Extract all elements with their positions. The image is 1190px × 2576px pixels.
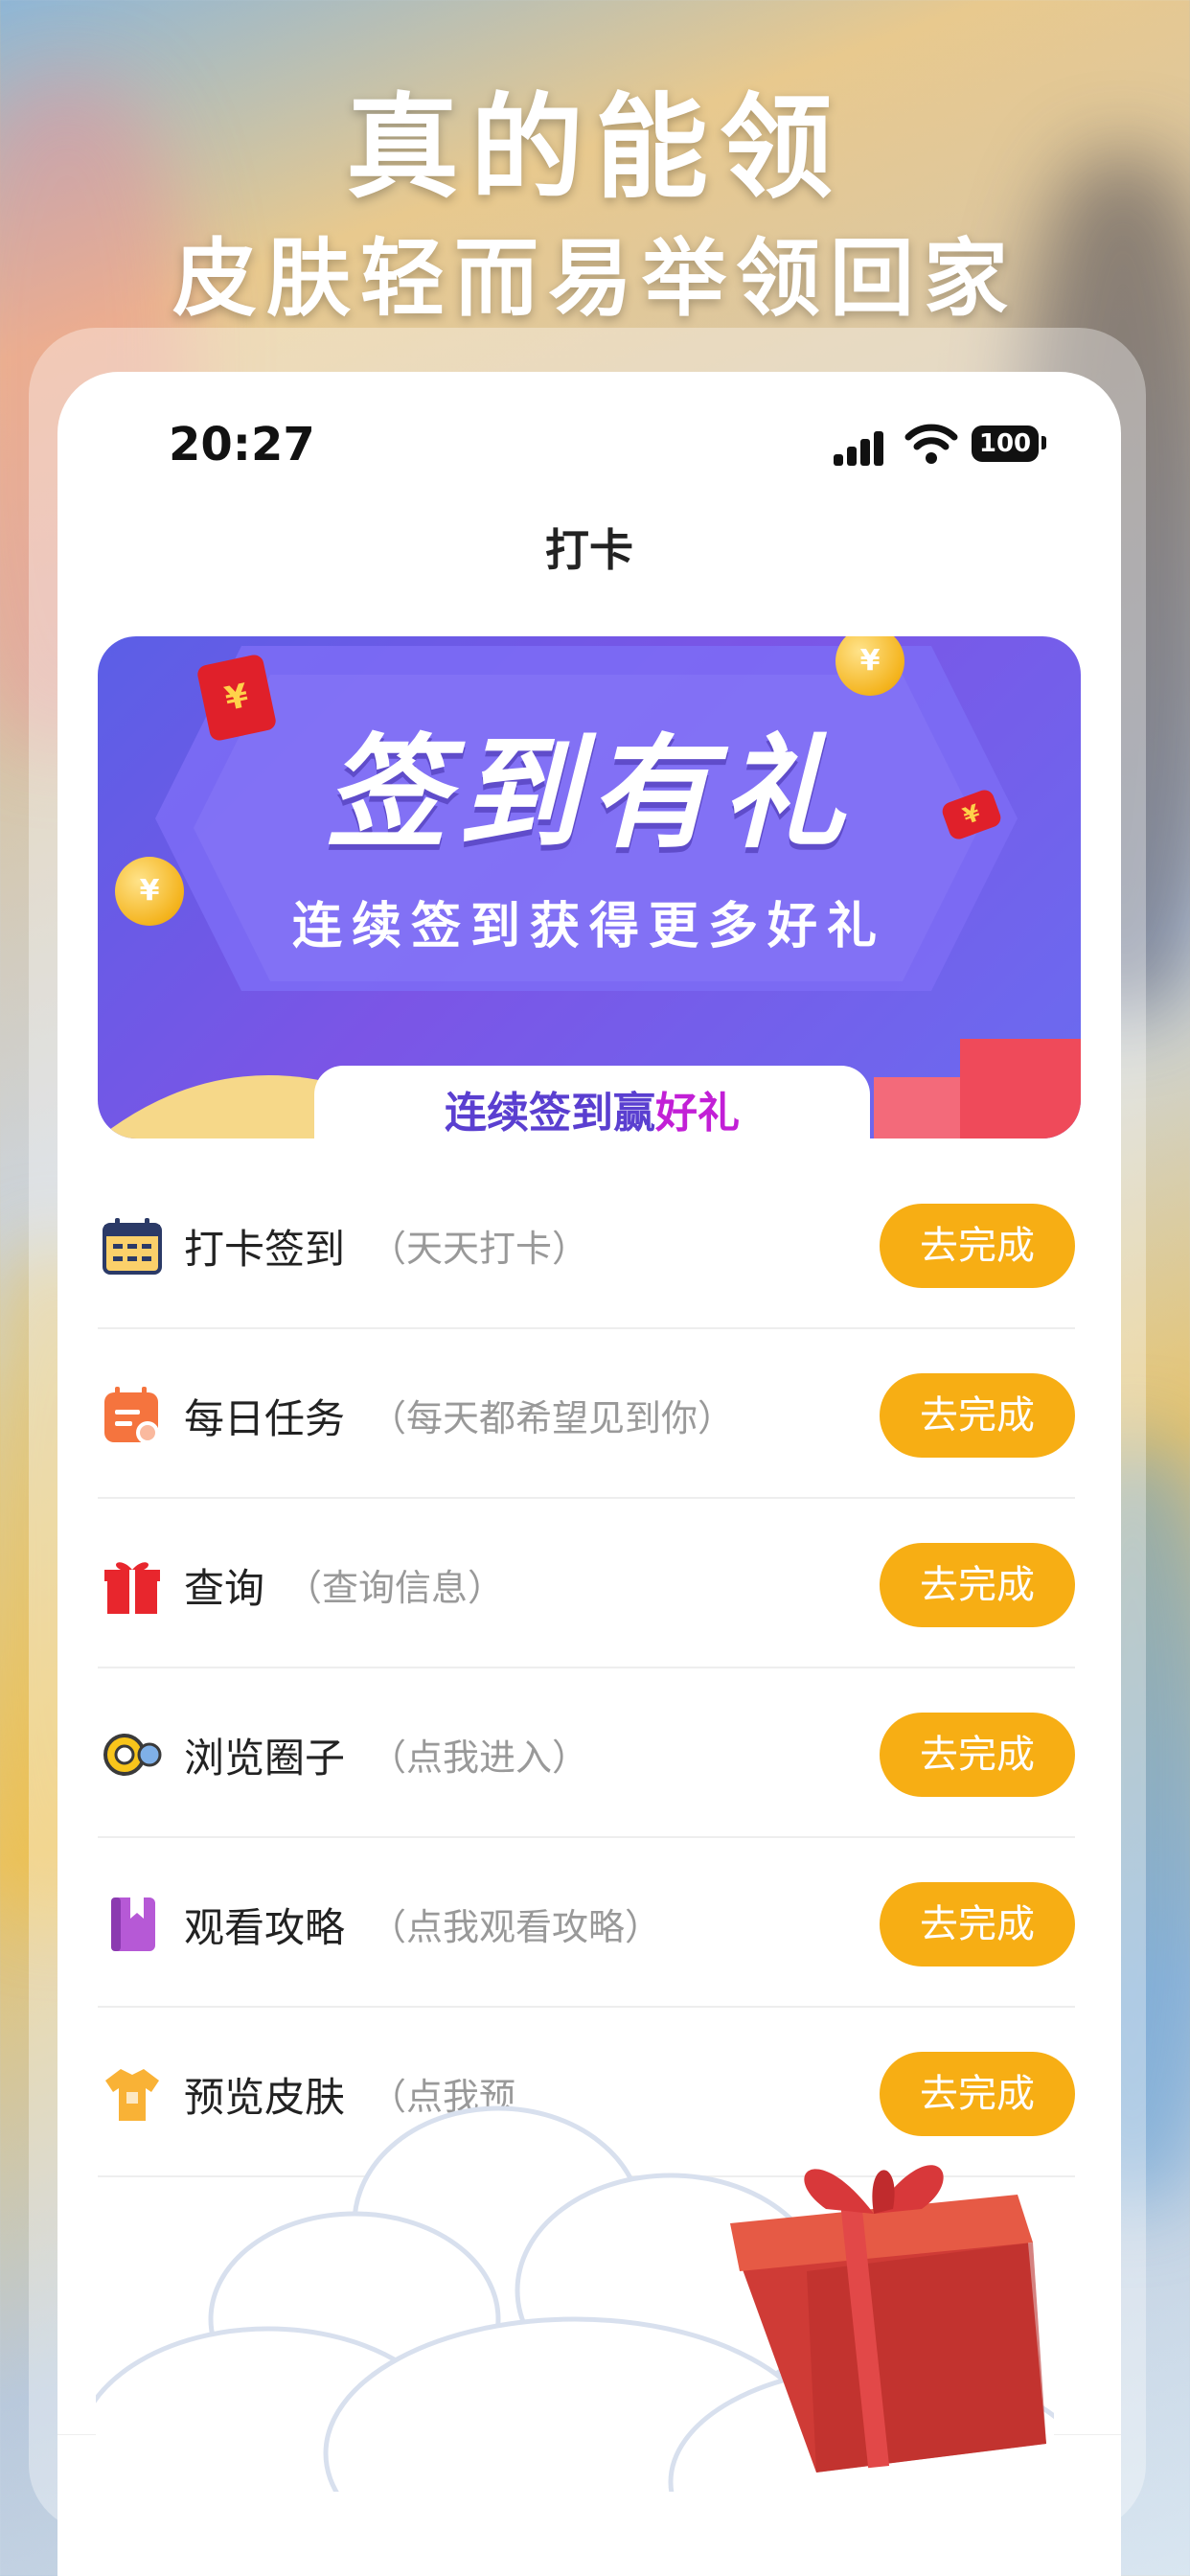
go-complete-button[interactable]: 去完成 xyxy=(880,1204,1075,1288)
calendar-icon xyxy=(103,1218,162,1275)
cellular-signal-icon xyxy=(834,427,891,466)
bookmark-icon xyxy=(111,1898,155,1951)
task-title: 打卡签到 xyxy=(184,1226,346,1273)
banner-pill-highlight: 好礼 xyxy=(655,1089,740,1138)
task-subtitle: （点我进入） xyxy=(370,1736,589,1779)
go-complete-button[interactable]: 去完成 xyxy=(880,1543,1075,1627)
battery-icon: 100 xyxy=(972,426,1039,462)
task-subtitle: （每天都希望见到你） xyxy=(370,1397,735,1439)
gift-box-icon xyxy=(104,1562,160,1614)
banner-subtitle: 连续签到获得更多好礼 xyxy=(291,898,886,955)
task-row-guide: 观看攻略 （点我观看攻略） 去完成 xyxy=(98,1838,1075,2008)
gift-box-decoration-icon xyxy=(730,2165,1046,2472)
go-complete-button[interactable]: 去完成 xyxy=(880,1373,1075,1458)
task-subtitle: （天天打卡） xyxy=(370,1228,589,1270)
banner-pill: 连续签到赢好礼 xyxy=(314,1066,870,1138)
daily-task-icon xyxy=(104,1387,159,1444)
task-title: 浏览圈子 xyxy=(184,1735,346,1782)
task-row-circle: 浏览圈子 （点我进入） 去完成 xyxy=(98,1668,1075,1838)
task-title: 观看攻略 xyxy=(184,1904,346,1951)
task-title: 查询 xyxy=(184,1565,265,1612)
banner-pill-text: 连续签到赢 xyxy=(445,1089,655,1138)
status-bar: 20:27 100 xyxy=(57,408,1121,485)
promo-subheadline: 皮肤轻而易举领回家 xyxy=(172,228,1018,328)
go-complete-button[interactable]: 去完成 xyxy=(880,1882,1075,1966)
go-complete-button[interactable]: 去完成 xyxy=(880,1713,1075,1797)
banner-title: 签到有礼 xyxy=(324,723,854,865)
task-subtitle: （点我观看攻略） xyxy=(370,1906,662,1948)
task-title: 每日任务 xyxy=(184,1395,346,1442)
wifi-icon xyxy=(904,424,958,464)
task-list: 打卡签到 （天天打卡） 去完成 每日任务 （每天都希望见到你） 去完成 查询 （… xyxy=(98,1160,1075,2177)
circle-icon xyxy=(103,1734,162,1776)
task-row-daily: 每日任务 （每天都希望见到你） 去完成 xyxy=(98,1329,1075,1499)
task-subtitle: （查询信息） xyxy=(286,1567,505,1609)
promo-headline: 真的能领 xyxy=(345,80,844,214)
sign-in-banner[interactable]: ¥ ¥ ¥ ¥ 签到有礼 连续签到获得更多好礼 连续签到赢好礼 xyxy=(98,636,1081,1138)
task-row-check-in: 打卡签到 （天天打卡） 去完成 xyxy=(98,1160,1075,1329)
page-title: 打卡 xyxy=(545,524,633,576)
battery-tip xyxy=(1041,436,1046,449)
status-time: 20:27 xyxy=(169,418,315,472)
task-row-query: 查询 （查询信息） 去完成 xyxy=(98,1499,1075,1668)
